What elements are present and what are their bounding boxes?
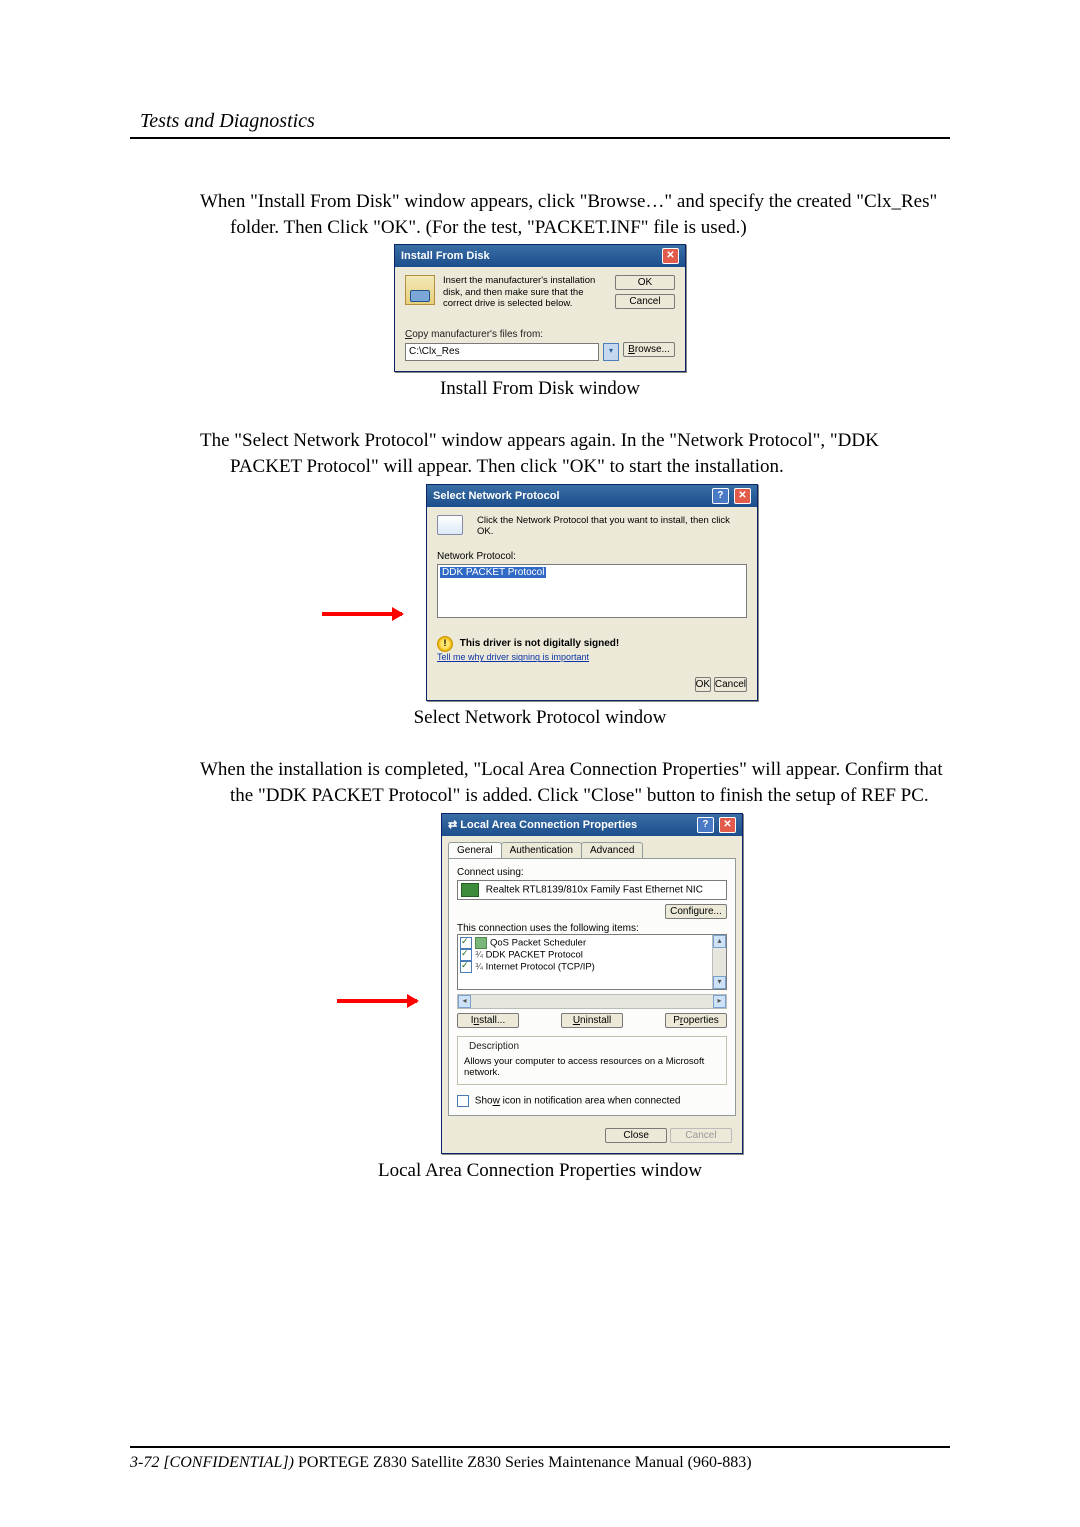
connect-using-label: Connect using:: [457, 867, 727, 878]
close-icon[interactable]: ✕: [734, 488, 751, 504]
dialog-title: Select Network Protocol: [433, 490, 560, 502]
uninstall-button[interactable]: Uninstall: [561, 1013, 623, 1028]
tab-advanced[interactable]: Advanced: [581, 842, 643, 858]
cancel-button[interactable]: Cancel: [615, 294, 675, 309]
scroll-left-icon: ◂: [458, 995, 471, 1008]
cancel-button[interactable]: Cancel: [714, 677, 747, 692]
description-label: Description: [466, 1041, 522, 1052]
dropdown-button[interactable]: ▾: [603, 343, 619, 361]
dialog-title: Install From Disk: [401, 250, 490, 262]
paragraph-2: The "Select Network Protocol" window app…: [130, 428, 950, 479]
horizontal-scrollbar[interactable]: ◂ ▸: [457, 994, 727, 1009]
service-icon: [475, 937, 487, 949]
close-icon[interactable]: ✕: [719, 817, 736, 833]
help-icon[interactable]: ?: [697, 817, 714, 833]
header-rule: [130, 137, 950, 139]
select-network-protocol-dialog: Select Network Protocol ? ✕ Click the Ne…: [426, 484, 758, 702]
nic-name: Realtek RTL8139/810x Family Fast Etherne…: [486, 884, 703, 895]
list-item[interactable]: Internet Protocol (TCP/IP): [486, 961, 595, 972]
figure-caption-2: Select Network Protocol window: [130, 707, 950, 729]
tab-general[interactable]: General: [448, 842, 502, 858]
protocol-listbox[interactable]: DDK PACKET Protocol: [437, 564, 747, 618]
red-arrow: [337, 999, 417, 1003]
close-icon[interactable]: ✕: [662, 248, 679, 264]
warning-text: This driver is not digitally signed!: [460, 638, 619, 649]
show-icon-label: Show icon in notification area when conn…: [475, 1096, 681, 1107]
nic-icon: [461, 883, 479, 897]
dialog-message: Click the Network Protocol that you want…: [477, 515, 747, 538]
figure-caption-3: Local Area Connection Properties window: [130, 1160, 950, 1182]
uses-items-label: This connection uses the following items…: [457, 923, 727, 934]
dialog-message: Insert the manufacturer's installation d…: [443, 275, 607, 313]
list-item[interactable]: DDK PACKET Protocol: [440, 567, 546, 578]
copy-from-label: CCopy manufacturer's files from:opy manu…: [405, 329, 675, 340]
protocol-icon: [437, 515, 463, 535]
show-icon-checkbox[interactable]: [457, 1095, 469, 1107]
cancel-button: Cancel: [670, 1128, 732, 1143]
scroll-right-icon: ▸: [713, 995, 726, 1008]
disk-icon: [405, 275, 435, 305]
items-listbox[interactable]: QoS Packet Scheduler ¾ DDK PACKET Protoc…: [457, 934, 727, 990]
lac-properties-dialog: ⇄ Local Area Connection Properties ? ✕ G…: [441, 813, 743, 1155]
install-from-disk-dialog: Install From Disk ✕ Insert the manufactu…: [394, 244, 686, 372]
ok-button[interactable]: OK: [615, 275, 675, 290]
page-footer: 3-72 [CONFIDENTIAL]) PORTEGE Z830 Satell…: [130, 1454, 950, 1472]
paragraph-1: When "Install From Disk" window appears,…: [130, 189, 950, 240]
ok-button[interactable]: OK: [695, 677, 711, 692]
warning-icon: !: [437, 636, 453, 652]
footer-rule: [130, 1446, 950, 1448]
network-protocol-label: Network Protocol:: [437, 551, 747, 562]
vertical-scrollbar[interactable]: ▴ ▾: [712, 935, 726, 989]
install-button[interactable]: Install...: [457, 1013, 519, 1028]
paragraph-3: When the installation is completed, "Loc…: [130, 757, 950, 808]
figure-caption-1: Install From Disk window: [130, 378, 950, 400]
close-button[interactable]: Close: [605, 1128, 667, 1143]
driver-signing-link[interactable]: Tell me why driver signing is important: [437, 652, 589, 662]
scroll-down-icon: ▾: [713, 976, 726, 989]
path-input[interactable]: C:\Clx_Res: [405, 343, 599, 361]
list-item[interactable]: DDK PACKET Protocol: [486, 949, 583, 960]
red-arrow: [322, 612, 402, 616]
section-header: Tests and Diagnostics: [140, 110, 950, 133]
tab-authentication[interactable]: Authentication: [501, 842, 582, 858]
dialog-title: Local Area Connection Properties: [460, 819, 637, 831]
help-icon[interactable]: ?: [712, 488, 729, 504]
properties-button[interactable]: Properties: [665, 1013, 727, 1028]
list-item[interactable]: QoS Packet Scheduler: [490, 937, 586, 948]
configure-button[interactable]: Configure...: [665, 904, 727, 919]
description-text: Allows your computer to access resources…: [464, 1056, 720, 1079]
browse-button[interactable]: Browse...: [623, 342, 675, 357]
scroll-up-icon: ▴: [713, 935, 726, 948]
